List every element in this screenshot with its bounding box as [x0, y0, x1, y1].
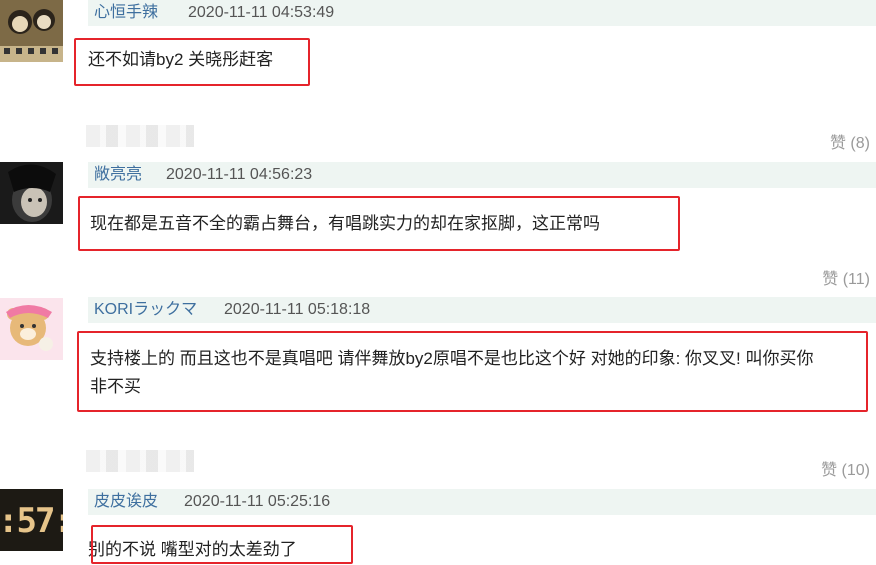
- comment-time: 2020-11-11 05:18:18: [224, 301, 371, 318]
- comment-time: 2020-11-11 04:53:49: [188, 4, 335, 21]
- avatar[interactable]: [0, 162, 63, 224]
- highlight-box: [77, 331, 868, 412]
- highlight-box: [74, 38, 310, 86]
- username-link[interactable]: KORIラックマ: [94, 297, 197, 323]
- avatar[interactable]: :57:: [0, 489, 63, 551]
- blurred-content: [86, 450, 194, 472]
- like-button[interactable]: 赞 (8): [830, 129, 870, 153]
- comment-meta: 心恒手辣 2020-11-11 04:53:49: [88, 0, 876, 26]
- highlight-box: [78, 196, 680, 251]
- avatar-image-icon: [0, 298, 63, 360]
- comment-meta: KORIラックマ 2020-11-11 05:18:18: [88, 297, 876, 323]
- comment-time: 2020-11-11 05:25:16: [184, 493, 331, 510]
- username-link[interactable]: 皮皮诶皮: [94, 489, 158, 515]
- avatar-image-icon: [0, 0, 63, 62]
- avatar-clock-text: :57:: [0, 501, 63, 541]
- like-button[interactable]: 赞 (11): [822, 265, 870, 289]
- highlight-box: [91, 525, 353, 564]
- avatar-image-icon: [0, 162, 63, 224]
- comment-meta: 敞亮亮 2020-11-11 04:56:23: [88, 162, 876, 188]
- username-link[interactable]: 心恒手辣: [94, 0, 158, 26]
- blurred-content: [86, 125, 194, 147]
- comment-meta: 皮皮诶皮 2020-11-11 05:25:16: [88, 489, 876, 515]
- comment-time: 2020-11-11 04:56:23: [166, 166, 313, 183]
- avatar[interactable]: [0, 298, 63, 360]
- avatar[interactable]: [0, 0, 63, 62]
- like-button[interactable]: 赞 (10): [821, 456, 870, 480]
- username-link[interactable]: 敞亮亮: [94, 162, 142, 188]
